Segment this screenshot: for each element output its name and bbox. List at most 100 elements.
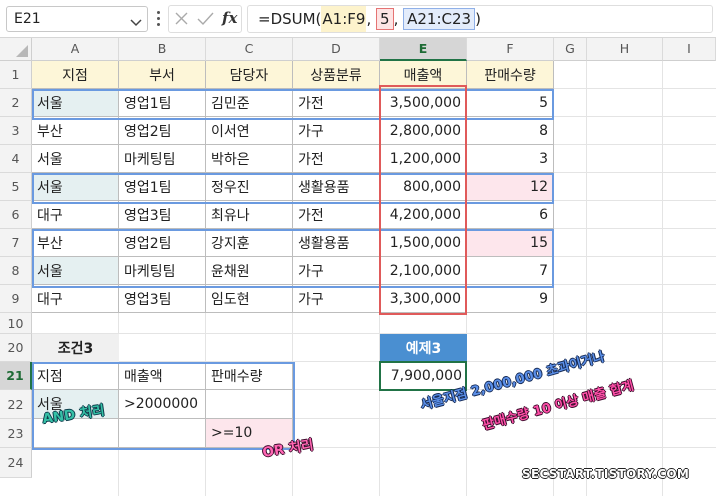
- row-header-6[interactable]: 6: [0, 201, 32, 229]
- row-header-3[interactable]: 3: [0, 117, 32, 145]
- result-label[interactable]: 예제3: [380, 334, 467, 362]
- row-header-24[interactable]: 24: [0, 448, 32, 478]
- criteria-header-cell[interactable]: 판매수량: [206, 362, 293, 390]
- row-header-23[interactable]: 23: [0, 419, 32, 448]
- table-cell[interactable]: 영업2팀: [119, 117, 206, 145]
- table-cell[interactable]: 3: [467, 145, 554, 173]
- table-header-cell[interactable]: 부서: [119, 61, 206, 89]
- table-cell[interactable]: 15: [467, 229, 554, 257]
- chevron-down-icon[interactable]: [130, 15, 142, 31]
- table-cell[interactable]: 대구: [32, 285, 119, 313]
- criteria-cell[interactable]: >=10: [206, 419, 293, 448]
- table-cell[interactable]: 이서연: [206, 117, 293, 145]
- table-cell[interactable]: 부산: [32, 229, 119, 257]
- table-cell[interactable]: 2,100,000: [380, 257, 467, 285]
- table-cell[interactable]: 12: [467, 173, 554, 201]
- formula-ref-field: 5: [376, 8, 394, 30]
- table-cell[interactable]: 정우진: [206, 173, 293, 201]
- table-header-cell[interactable]: 상품분류: [293, 61, 380, 89]
- row-header-8[interactable]: 8: [0, 257, 32, 285]
- row-header-22[interactable]: 22: [0, 390, 32, 419]
- table-cell[interactable]: 영업3팀: [119, 285, 206, 313]
- column-header-i[interactable]: I: [663, 38, 716, 61]
- table-cell[interactable]: 윤채원: [206, 257, 293, 285]
- table-cell[interactable]: 영업2팀: [119, 229, 206, 257]
- table-cell[interactable]: 임도현: [206, 285, 293, 313]
- criteria-cell[interactable]: [32, 419, 119, 448]
- table-cell[interactable]: 가전: [293, 89, 380, 117]
- table-cell[interactable]: 박하은: [206, 145, 293, 173]
- table-header-cell[interactable]: 지점: [32, 61, 119, 89]
- table-cell[interactable]: 영업1팀: [119, 173, 206, 201]
- table-cell[interactable]: 1,200,000: [380, 145, 467, 173]
- column-header-h[interactable]: H: [587, 38, 663, 61]
- table-cell[interactable]: 1,500,000: [380, 229, 467, 257]
- row-header-1[interactable]: 1: [0, 61, 32, 89]
- table-cell[interactable]: 가구: [293, 257, 380, 285]
- table-cell[interactable]: 마케팅팀: [119, 145, 206, 173]
- column-header-d[interactable]: D: [293, 38, 380, 61]
- row-header-5[interactable]: 5: [0, 173, 32, 201]
- table-cell[interactable]: 영업3팀: [119, 201, 206, 229]
- table-cell[interactable]: 서울: [32, 173, 119, 201]
- row-header-4[interactable]: 4: [0, 145, 32, 173]
- function-icon[interactable]: fx: [222, 9, 237, 27]
- table-cell[interactable]: 가전: [293, 201, 380, 229]
- table-cell[interactable]: 대구: [32, 201, 119, 229]
- criteria-cell[interactable]: [119, 419, 206, 448]
- table-cell[interactable]: 강지훈: [206, 229, 293, 257]
- criteria-header-cell[interactable]: 매출액: [119, 362, 206, 390]
- column-header-f[interactable]: F: [467, 38, 554, 61]
- column-header-b[interactable]: B: [119, 38, 206, 61]
- table-cell[interactable]: 최유나: [206, 201, 293, 229]
- table-cell[interactable]: 6: [467, 201, 554, 229]
- criteria-header-cell[interactable]: 지점: [32, 362, 119, 390]
- row-header-9[interactable]: 9: [0, 285, 32, 313]
- table-cell[interactable]: 가구: [293, 117, 380, 145]
- result-value[interactable]: 7,900,000: [380, 362, 467, 390]
- row-header-7[interactable]: 7: [0, 229, 32, 257]
- table-cell[interactable]: 영업1팀: [119, 89, 206, 117]
- table-cell[interactable]: 9: [467, 285, 554, 313]
- table-cell[interactable]: 7: [467, 257, 554, 285]
- table-cell[interactable]: 가전: [293, 145, 380, 173]
- table-cell[interactable]: 김민준: [206, 89, 293, 117]
- criteria-cell[interactable]: [206, 390, 293, 419]
- more-icon[interactable]: [152, 9, 164, 29]
- row-header-2[interactable]: 2: [0, 89, 32, 117]
- table-cell[interactable]: 2,800,000: [380, 117, 467, 145]
- row-header-21[interactable]: 21: [0, 362, 32, 390]
- table-cell[interactable]: 부산: [32, 117, 119, 145]
- check-icon[interactable]: [197, 11, 214, 30]
- table-header-cell[interactable]: 판매수량: [467, 61, 554, 89]
- row-header-20[interactable]: 20: [0, 334, 32, 362]
- column-header-e[interactable]: E: [380, 38, 467, 61]
- criteria-cell[interactable]: >2000000: [119, 390, 206, 419]
- column-header-a[interactable]: A: [32, 38, 119, 61]
- table-header-cell[interactable]: 담당자: [206, 61, 293, 89]
- table-cell[interactable]: 서울: [32, 89, 119, 117]
- table-cell[interactable]: 마케팅팀: [119, 257, 206, 285]
- name-box[interactable]: E21: [6, 6, 148, 32]
- row-header-10[interactable]: 10: [0, 313, 32, 334]
- table-cell[interactable]: 3,300,000: [380, 285, 467, 313]
- criteria-title[interactable]: 조건3: [32, 334, 119, 362]
- table-cell[interactable]: 8: [467, 117, 554, 145]
- table-cell[interactable]: 가구: [293, 285, 380, 313]
- cancel-icon[interactable]: [174, 11, 189, 30]
- column-header-c[interactable]: C: [206, 38, 293, 61]
- table-cell[interactable]: 3,500,000: [380, 89, 467, 117]
- table-cell[interactable]: 800,000: [380, 173, 467, 201]
- table-cell[interactable]: 생활용품: [293, 173, 380, 201]
- column-header-g[interactable]: G: [554, 38, 587, 61]
- select-all-corner[interactable]: [0, 38, 32, 61]
- criteria-cell[interactable]: 서울: [32, 390, 119, 419]
- formula-ref-criteria: A21:C23: [403, 8, 476, 30]
- table-cell[interactable]: 4,200,000: [380, 201, 467, 229]
- table-cell[interactable]: 서울: [32, 257, 119, 285]
- table-cell[interactable]: 생활용품: [293, 229, 380, 257]
- table-cell[interactable]: 서울: [32, 145, 119, 173]
- formula-input[interactable]: =DSUM(A1:F9, 5, A21:C23): [247, 5, 713, 33]
- table-header-cell[interactable]: 매출액: [380, 61, 467, 89]
- table-cell[interactable]: 5: [467, 89, 554, 117]
